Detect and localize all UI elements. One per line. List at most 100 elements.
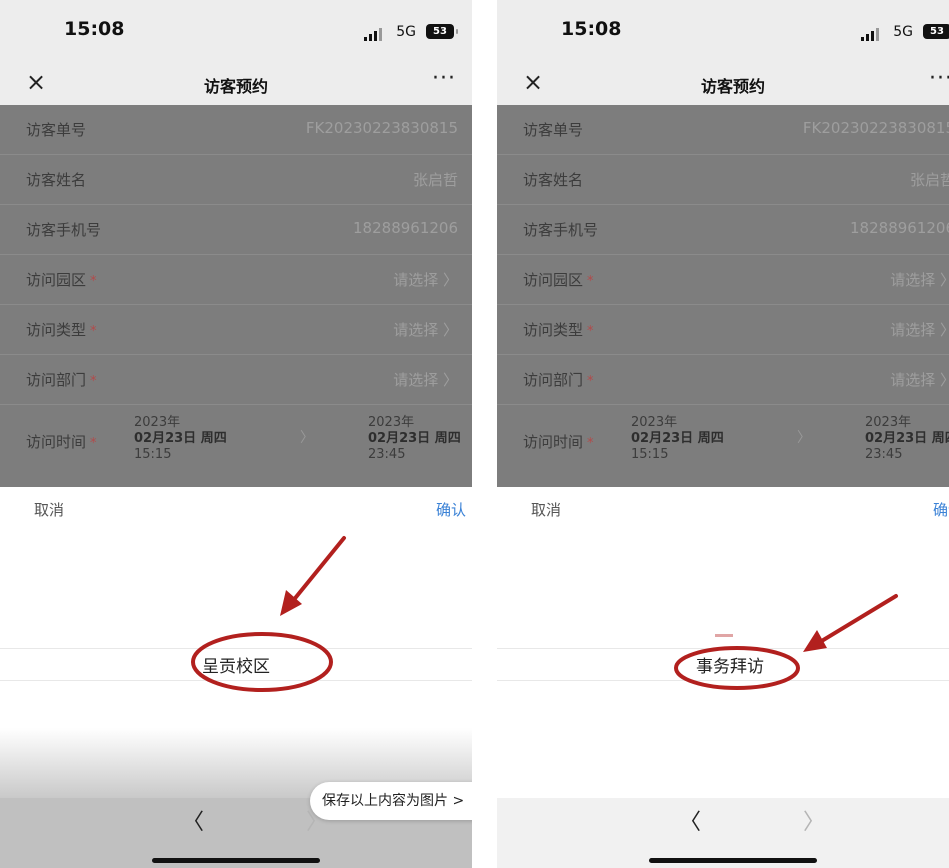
- visitor-name-row: 访客姓名 张启哲: [497, 155, 949, 205]
- required-star: *: [587, 436, 594, 451]
- visit-park-select[interactable]: 请选择 〉: [393, 269, 458, 290]
- required-star: *: [587, 374, 594, 389]
- visit-park-label: 访问园区 *: [523, 271, 594, 289]
- visitor-no-label: 访客单号: [26, 121, 87, 139]
- selection-line-top: [497, 648, 949, 649]
- selection-line-top: [0, 648, 472, 649]
- visitor-no-value: FK20230223830815: [802, 119, 949, 137]
- visitor-no-row: 访客单号 FK20230223830815: [497, 105, 949, 155]
- start-time[interactable]: 2023年 02月23日 周四 15:15: [631, 415, 724, 463]
- picker-wheel[interactable]: 呈贡校区: [0, 532, 472, 798]
- visitor-name-label: 访客姓名: [523, 171, 584, 189]
- back-icon[interactable]: 〈: [679, 804, 701, 836]
- visit-time-label: 访问时间 *: [26, 433, 97, 451]
- visit-time-label: 访问时间 *: [523, 433, 594, 451]
- page-title: 访客预约: [700, 77, 765, 96]
- picker-wheel[interactable]: 事务拜访: [497, 532, 949, 798]
- selection-line-bottom: [0, 680, 472, 681]
- start-clock: 15:15: [134, 447, 172, 462]
- visitor-no-label: 访客单号: [523, 121, 584, 139]
- cancel-button[interactable]: 取消: [34, 499, 64, 520]
- network-type: 5G: [893, 24, 913, 40]
- visitor-name-value: 张启哲: [412, 171, 458, 189]
- visitor-phone-row: 访客手机号 18288961206: [0, 205, 472, 255]
- visit-type-label: 访问类型 *: [26, 321, 97, 339]
- start-date: 02月23日 周四: [631, 431, 724, 446]
- picker-selected-item[interactable]: 呈贡校区: [0, 652, 472, 677]
- end-date: 02月23日 周四: [865, 431, 949, 446]
- more-icon[interactable]: ···: [929, 66, 949, 91]
- visit-time-row[interactable]: 访问时间 * 2023年 02月23日 周四 15:15 〉 2023年 02月2…: [0, 405, 472, 477]
- visit-time-row[interactable]: 访问时间 * 2023年 02月23日 周四 15:15 〉 2023年 02月2…: [497, 405, 949, 477]
- end-time[interactable]: 2023年 02月23日 周四 23:45: [865, 415, 949, 463]
- faint-mark: [715, 634, 733, 637]
- visitor-no-row: 访客单号 FK20230223830815: [0, 105, 472, 155]
- status-time: 15:08: [64, 18, 125, 40]
- visit-type-label: 访问类型 *: [523, 321, 594, 339]
- forward-icon[interactable]: 〉: [803, 804, 825, 836]
- save-as-image-button[interactable]: 保存以上内容为图片 >: [310, 782, 472, 820]
- selection-line-bottom: [497, 680, 949, 681]
- picker-header: 取消 确认: [497, 487, 949, 532]
- chevron-right-icon: 〉: [300, 430, 314, 446]
- status-bar: 15:08 5G 53: [497, 0, 949, 62]
- visit-dept-label: 访问部门 *: [26, 371, 97, 389]
- visit-park-select[interactable]: 请选择 〉: [890, 269, 949, 290]
- required-star: *: [90, 274, 97, 289]
- visitor-phone-label: 访客手机号: [523, 221, 599, 239]
- visit-dept-row[interactable]: 访问部门 * 请选择 〉: [497, 355, 949, 405]
- visitor-form: 访客单号 FK20230223830815 访客姓名 张启哲 访客手机号 182…: [0, 105, 472, 487]
- cancel-button[interactable]: 取消: [531, 499, 561, 520]
- start-year: 2023年: [631, 415, 678, 430]
- picker-header: 取消 确认: [0, 487, 472, 532]
- required-star: *: [90, 324, 97, 339]
- visit-type-select[interactable]: 请选择 〉: [393, 319, 458, 340]
- start-clock: 15:15: [631, 447, 669, 462]
- visit-dept-row[interactable]: 访问部门 * 请选择 〉: [0, 355, 472, 405]
- start-date: 02月23日 周四: [134, 431, 227, 446]
- visit-park-row[interactable]: 访问园区 * 请选择 〉: [0, 255, 472, 305]
- status-time: 15:08: [561, 18, 622, 40]
- status-bar: 15:08 5G 53: [0, 0, 472, 62]
- start-time[interactable]: 2023年 02月23日 周四 15:15: [134, 415, 227, 463]
- visit-dept-select[interactable]: 请选择 〉: [890, 369, 949, 390]
- picker-selected-item[interactable]: 事务拜访: [497, 652, 949, 677]
- visit-type-row[interactable]: 访问类型 * 请选择 〉: [0, 305, 472, 355]
- end-date: 02月23日 周四: [368, 431, 461, 446]
- visitor-name-value: 张启哲: [909, 171, 949, 189]
- phone-screen-right: 15:08 5G 53 × 访客预约 ··· 访客单号 FK2023022383…: [497, 0, 949, 868]
- required-star: *: [587, 324, 594, 339]
- visitor-name-row: 访客姓名 张启哲: [0, 155, 472, 205]
- visitor-phone-value: 18288961206: [353, 219, 458, 237]
- browser-toolbar: 〈 〉: [497, 798, 949, 868]
- confirm-button[interactable]: 确认: [933, 499, 949, 520]
- chevron-right-icon: 〉: [797, 430, 811, 446]
- required-star: *: [90, 436, 97, 451]
- confirm-button[interactable]: 确认: [436, 499, 466, 520]
- required-star: *: [90, 374, 97, 389]
- end-time[interactable]: 2023年 02月23日 周四 23:45: [368, 415, 461, 463]
- home-indicator: [152, 858, 320, 863]
- home-indicator: [649, 858, 817, 863]
- visitor-phone-label: 访客手机号: [26, 221, 102, 239]
- visit-type-select[interactable]: 请选择 〉: [890, 319, 949, 340]
- back-icon[interactable]: 〈: [182, 804, 204, 836]
- visit-park-label: 访问园区 *: [26, 271, 97, 289]
- nav-bar: × 访客预约 ···: [497, 62, 949, 105]
- battery-icon: 53: [923, 24, 949, 39]
- visitor-name-label: 访客姓名: [26, 171, 87, 189]
- visitor-form: 访客单号 FK20230223830815 访客姓名 张启哲 访客手机号 182…: [497, 105, 949, 487]
- visit-park-row[interactable]: 访问园区 * 请选择 〉: [497, 255, 949, 305]
- nav-bar: × 访客预约 ···: [0, 62, 472, 105]
- battery-icon: 53: [426, 24, 458, 39]
- signal-icon: [861, 28, 879, 41]
- network-type: 5G: [396, 24, 416, 40]
- signal-icon: [364, 28, 382, 41]
- visit-type-row[interactable]: 访问类型 * 请选择 〉: [497, 305, 949, 355]
- more-icon[interactable]: ···: [432, 66, 456, 91]
- visit-dept-label: 访问部门 *: [523, 371, 594, 389]
- required-star: *: [587, 274, 594, 289]
- visit-dept-select[interactable]: 请选择 〉: [393, 369, 458, 390]
- end-clock: 23:45: [368, 447, 406, 462]
- visitor-phone-value: 18288961206: [850, 219, 949, 237]
